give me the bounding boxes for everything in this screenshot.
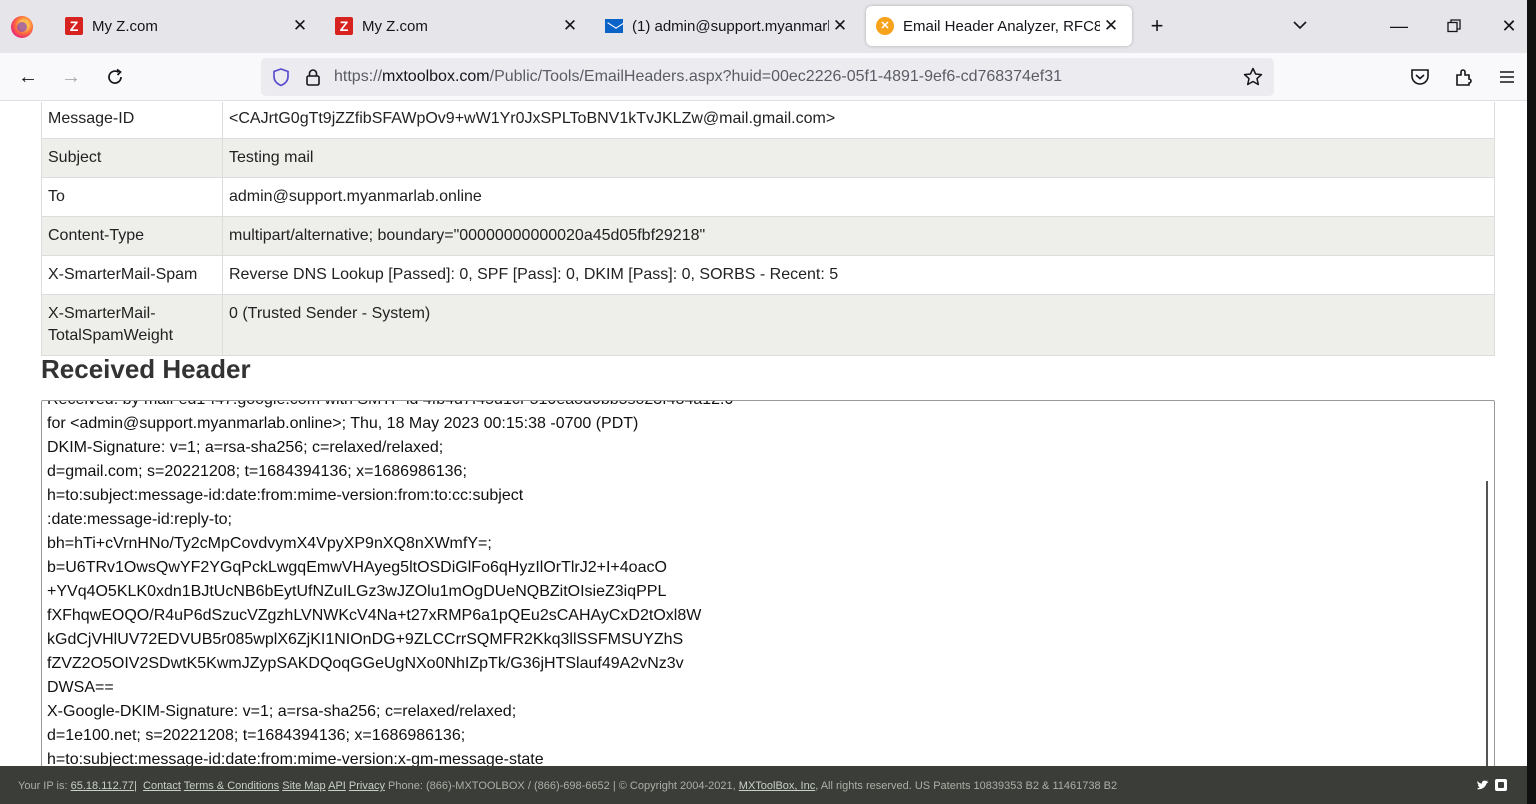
mxtoolbox-icon (876, 17, 894, 35)
header-key-line: TotalSpamWeight (48, 327, 174, 344)
received-line: bh=hTi+cVrnHNo/Ty2cMpCovdvymX4VpyXP9nXQ8… (47, 535, 492, 552)
tab-email-header-analyzer[interactable]: Email Header Analyzer, RFC822 ✕ (866, 6, 1132, 46)
received-header-textarea[interactable]: Received: by mail-ed1-f47.google.com wit… (41, 400, 1495, 766)
close-window-icon[interactable]: ✕ (1494, 12, 1524, 40)
received-line: d=gmail.com; s=20221208; t=1684394136; x… (47, 463, 467, 480)
pocket-icon[interactable] (1407, 64, 1433, 90)
received-line: +YVq4O5KLK0xdn1BJtUcNB6bEytUfNZuILGz3wJZ… (47, 583, 667, 600)
close-tab-icon[interactable]: ✕ (559, 15, 581, 37)
close-tab-icon[interactable]: ✕ (289, 15, 311, 37)
reload-icon[interactable] (101, 63, 129, 91)
bookmark-star-icon[interactable] (1242, 66, 1264, 88)
close-tab-icon[interactable]: ✕ (829, 15, 851, 37)
tab-title: My Z.com (92, 17, 158, 35)
restore-icon[interactable] (1439, 12, 1469, 40)
api-link[interactable]: API (328, 780, 346, 792)
z-com-icon: Z (65, 17, 83, 35)
header-value: admin@support.myanmarlab.online (222, 177, 1495, 217)
tab-title: (1) admin@support.myanmarlab (632, 17, 829, 35)
copyright-text: © Copyright 2004-2021, (618, 780, 736, 792)
received-line: d=1e100.net; s=20221208; t=1684394136; x… (47, 727, 466, 744)
received-line: b=U6TRv1OwsQwYF2YGqPckLwgqEmwVHAyeg5ltOS… (47, 559, 667, 576)
tab-mail[interactable]: (1) admin@support.myanmarlab ✕ (595, 6, 861, 46)
mail-icon (605, 17, 623, 35)
url-text: https://mxtoolbox.com/Public/Tools/Email… (334, 68, 1062, 86)
company-link[interactable]: MXToolBox, Inc (739, 780, 815, 792)
url-path: /Public/Tools/EmailHeaders.aspx?huid=00e… (489, 68, 1063, 85)
table-row: Subject Testing mail (41, 138, 1495, 178)
header-table: Message-ID <CAJrtG0gTt9jZZfibSFAWpOv9+wW… (41, 102, 1495, 356)
forward-icon[interactable]: → (57, 63, 85, 91)
ip-label: Your IP is: (18, 780, 68, 792)
tab-my-z-com-1[interactable]: Z My Z.com ✕ (55, 6, 321, 46)
lock-icon[interactable] (303, 67, 323, 87)
social-links (1476, 778, 1508, 792)
url-bar[interactable]: https://mxtoolbox.com/Public/Tools/Email… (261, 58, 1274, 96)
phone-text: Phone: (866)-MXTOOLBOX / (866)-698-6652 … (388, 780, 616, 792)
close-tab-icon[interactable]: ✕ (1100, 15, 1122, 37)
header-key: X-SmarterMail-Spam (41, 255, 223, 295)
table-row: X-SmarterMail-Spam Reverse DNS Lookup [P… (41, 255, 1495, 295)
received-line: h=to:subject:message-id:date:from:mime-v… (47, 487, 524, 504)
received-line: X-Google-DKIM-Signature: v=1; a=rsa-sha2… (47, 703, 517, 720)
received-line: fXFhqwEOQO/R4uP6dSzucVZgzhLVNWKcV4Na+t27… (47, 607, 702, 624)
received-line: Received: by mail-ed1-f47.google.com wit… (47, 401, 733, 412)
received-header-title: Received Header (41, 354, 251, 384)
menu-icon[interactable] (1494, 64, 1520, 90)
new-tab-icon[interactable]: + (1144, 13, 1170, 39)
navigation-bar: ← → https://mxtoolbox.com/Public/Tools/E… (0, 53, 1536, 101)
window-edge (1527, 0, 1536, 804)
received-line: :date:message-id:reply-to; (47, 511, 232, 528)
received-line: fZVZ2O5OIV2SDwtK5KwmJZypSAKDQoqGGeUgNXo0… (47, 655, 684, 672)
back-icon[interactable]: ← (14, 63, 42, 91)
table-row: To admin@support.myanmarlab.online (41, 177, 1495, 217)
footer-text: Your IP is: 65.18.112.77| Contact Terms … (18, 780, 1117, 792)
list-all-tabs-icon[interactable] (1289, 14, 1311, 36)
received-header-text: Received: by mail-ed1-f47.google.com wit… (47, 401, 733, 766)
tab-title: Email Header Analyzer, RFC822 (903, 17, 1100, 35)
terms-link[interactable]: Terms & Conditions (184, 780, 279, 792)
received-line: kGdCjVHlUV72EDVUB5r085wplX6ZjKI1NIOnDG+9… (47, 631, 684, 648)
url-host: mxtoolbox.com (382, 68, 490, 85)
url-scheme: https:// (334, 68, 383, 85)
ip-link[interactable]: 65.18.112.77| (71, 780, 137, 792)
blog-icon[interactable] (1494, 778, 1508, 792)
header-value: Testing mail (222, 138, 1495, 178)
rights-text: , All rights reserved. US Patents 108393… (815, 780, 1118, 792)
header-key: To (41, 177, 223, 217)
twitter-icon[interactable] (1476, 778, 1490, 792)
header-value: <CAJrtG0gTt9jZZfibSFAWpOv9+wW1Yr0JxSPLTo… (222, 102, 1495, 139)
received-line: DKIM-Signature: v=1; a=rsa-sha256; c=rel… (47, 439, 444, 456)
header-key: X-SmarterMail- TotalSpamWeight (41, 294, 223, 356)
tab-bar: Z My Z.com ✕ Z My Z.com ✕ (1) admin@supp… (0, 0, 1536, 53)
z-com-icon: Z (335, 17, 353, 35)
header-value: Reverse DNS Lookup [Passed]: 0, SPF [Pas… (222, 255, 1495, 295)
table-row: Content-Type multipart/alternative; boun… (41, 216, 1495, 256)
header-value: 0 (Trusted Sender - System) (222, 294, 1495, 356)
tab-my-z-com-2[interactable]: Z My Z.com ✕ (325, 6, 591, 46)
extensions-icon[interactable] (1451, 64, 1477, 90)
table-row: X-SmarterMail- TotalSpamWeight 0 (Trusted… (41, 294, 1495, 356)
received-line: h=to:subject:message-id:date:from:mime-v… (47, 751, 544, 766)
received-line: DWSA== (47, 679, 114, 696)
header-key: Content-Type (41, 216, 223, 256)
privacy-link[interactable]: Privacy (349, 780, 385, 792)
firefox-icon[interactable] (11, 16, 33, 38)
footer: Your IP is: 65.18.112.77| Contact Terms … (0, 766, 1536, 804)
header-key: Subject (41, 138, 223, 178)
site-map-link[interactable]: Site Map (282, 780, 325, 792)
textarea-scrollbar[interactable] (1486, 481, 1488, 766)
table-row: Message-ID <CAJrtG0gTt9jZZfibSFAWpOv9+wW… (41, 102, 1495, 139)
page-content: Message-ID <CAJrtG0gTt9jZZfibSFAWpOv9+wW… (0, 102, 1536, 766)
shield-icon[interactable] (271, 67, 291, 87)
contact-link[interactable]: Contact (143, 780, 181, 792)
minimize-icon[interactable]: — (1384, 12, 1414, 40)
header-key: Message-ID (41, 102, 223, 139)
header-key-line: X-SmarterMail- (48, 305, 156, 322)
received-line: for <admin@support.myanmarlab.online>; T… (47, 415, 639, 432)
header-value: multipart/alternative; boundary="0000000… (222, 216, 1495, 256)
tab-title: My Z.com (362, 17, 428, 35)
